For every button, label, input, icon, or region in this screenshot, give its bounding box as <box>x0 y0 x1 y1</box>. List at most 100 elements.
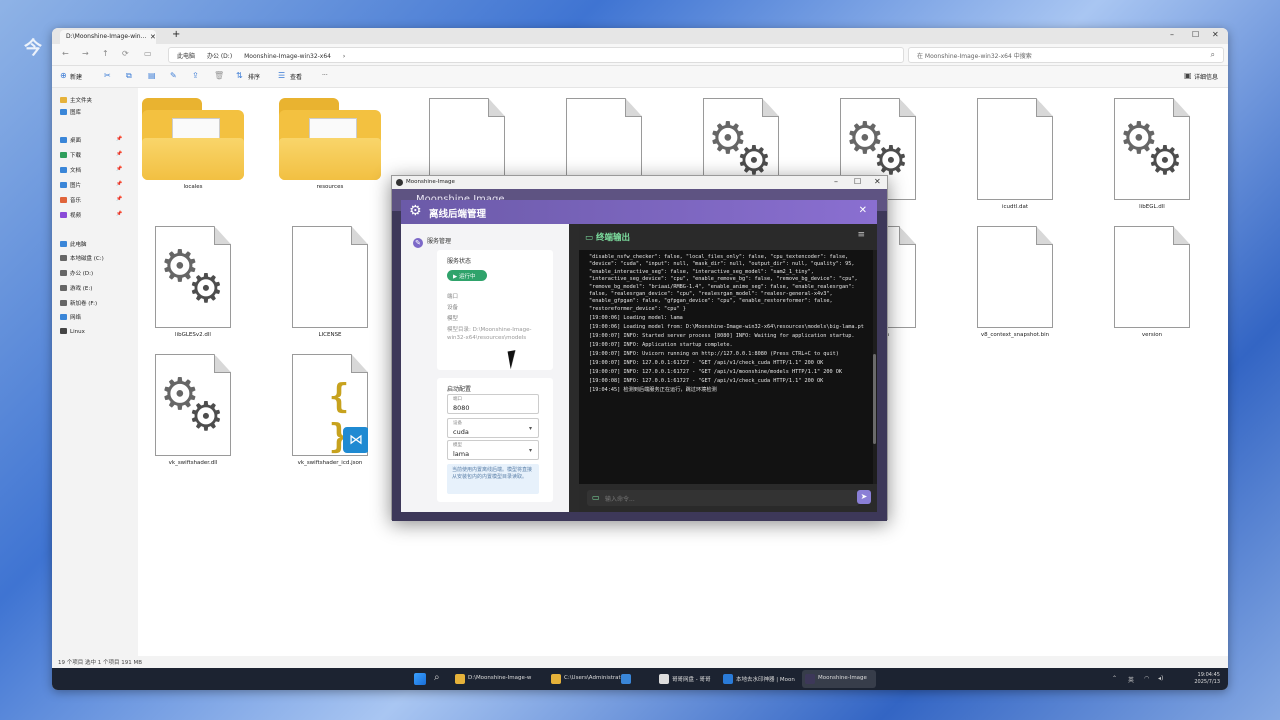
back-icon[interactable]: ← <box>62 49 69 58</box>
nav-item[interactable]: 主文件夹 <box>60 96 92 104</box>
nav-item-icon <box>60 328 67 334</box>
dialog-close-icon[interactable]: ✕ <box>859 205 867 216</box>
nav-item-icon <box>60 109 67 115</box>
menu-icon[interactable]: ≡ <box>857 230 865 240</box>
nav-item[interactable]: 下载 <box>60 151 81 159</box>
taskbar-item[interactable]: 哥哥网盘 - 哥哥 <box>656 670 716 688</box>
pin-icon[interactable]: 📌 <box>116 166 122 172</box>
breadcrumb-folder[interactable]: Moonshine-Image-win32-x64 <box>244 53 331 60</box>
json-file-icon: { } ⋈ <box>292 354 368 456</box>
taskbar-item[interactable] <box>618 670 638 688</box>
send-button[interactable]: ➤ <box>857 490 871 504</box>
share-icon[interactable]: ⇪ <box>192 71 199 80</box>
tab-close-icon[interactable]: ✕ <box>150 33 156 41</box>
service-status-title: 服务状态 <box>447 258 472 265</box>
terminal-output[interactable]: "disable_nsfw_checker": false, "local_fi… <box>579 250 873 484</box>
taskbar-item[interactable]: Moonshine-Image <box>802 670 876 688</box>
taskbar-item[interactable]: D:\Moonshine-Image-w <box>452 670 542 688</box>
tab-title: D:\Moonshine-Image-win... <box>66 33 147 40</box>
breadcrumb-pc[interactable]: 此电脑 <box>177 53 195 60</box>
rename-icon[interactable]: ✎ <box>170 71 177 80</box>
paste-icon[interactable]: ▤ <box>148 71 156 80</box>
app-minimize-icon[interactable]: – <box>834 177 838 186</box>
address-bar[interactable]: 此电脑 办公 (D:) Moonshine-Image-win32-x64 › <box>168 47 904 63</box>
file-item[interactable]: locales <box>138 98 248 190</box>
nav-item[interactable]: 视频 <box>60 211 81 219</box>
file-item[interactable]: version <box>1097 226 1207 338</box>
new-button[interactable]: 新建 <box>70 72 82 81</box>
nav-item[interactable]: 图片 <box>60 181 81 189</box>
file-item[interactable]: LICENSE <box>275 226 385 338</box>
start-icon[interactable] <box>414 673 426 685</box>
nav-item[interactable]: 音乐 <box>60 196 81 204</box>
language-indicator[interactable]: 英 <box>1128 675 1134 684</box>
device-select[interactable]: 设备 cuda ▾ <box>447 418 539 438</box>
pin-icon[interactable]: 📌 <box>116 136 122 142</box>
pin-icon[interactable]: 📌 <box>116 196 122 202</box>
nav-item[interactable]: 图库 <box>60 108 81 116</box>
nav-item[interactable]: 桌面 <box>60 136 81 144</box>
nav-item-label: 办公 (D:) <box>70 271 94 277</box>
file-name: vk_swiftshader_icd.json <box>297 460 363 466</box>
info-note: 当前使用内置离线后端。模型将直接从安装包内的内置模型目录读取。 <box>447 464 539 494</box>
copy-icon[interactable]: ⧉ <box>126 71 132 81</box>
cut-icon[interactable]: ✂ <box>104 71 111 80</box>
wifi-icon[interactable]: ◠ <box>1144 675 1149 682</box>
pin-icon[interactable]: 📌 <box>116 211 122 217</box>
command-input[interactable]: ▭ 输入命令... <box>587 490 859 506</box>
close-icon[interactable]: ✕ <box>1212 30 1219 39</box>
taskbar-item[interactable]: C:\Users\Administrator\ <box>548 670 628 688</box>
nav-item[interactable]: 新加卷 (F:) <box>60 299 97 307</box>
file-item[interactable]: resources <box>275 98 385 190</box>
breadcrumb-drive[interactable]: 办公 (D:) <box>207 53 232 60</box>
nav-item-icon <box>60 212 67 218</box>
nav-item[interactable]: 网络 <box>60 313 81 321</box>
tab-explorer[interactable]: D:\Moonshine-Image-win... ✕ <box>60 30 156 44</box>
chevron-up-icon[interactable]: ⌃ <box>1112 675 1117 682</box>
command-bar: ⊕ 新建 ✂ ⧉ ▤ ✎ ⇪ 🗑 ⇅ 排序 ☰ 查看 ··· ▣ 详细信息 <box>52 66 1228 88</box>
terminal-line: [19:00:08] INFO: 127.0.0.1:61727 - "GET … <box>589 377 824 384</box>
view-button[interactable]: 查看 <box>290 72 302 81</box>
forward-icon[interactable]: → <box>82 49 89 58</box>
maximize-icon[interactable]: ☐ <box>1192 30 1199 39</box>
details-button[interactable]: 详细信息 <box>1194 72 1218 81</box>
dialog-header: ⚙ 离线后端管理 ✕ <box>401 200 877 224</box>
refresh-icon[interactable]: ⟳ <box>122 49 129 58</box>
file-item[interactable]: { } ⋈ vk_swiftshader_icd.json <box>275 354 385 466</box>
nav-item-label: 下载 <box>70 153 82 159</box>
nav-item[interactable]: 本地磁盘 (C:) <box>60 254 104 262</box>
pin-icon[interactable]: 📌 <box>116 151 122 157</box>
port-field[interactable]: 端口 8080 <box>447 394 539 414</box>
minimize-icon[interactable]: – <box>1170 30 1174 39</box>
file-item[interactable]: ⚙ ⚙ libGLESv2.dll <box>138 226 248 338</box>
pin-icon[interactable]: 📌 <box>116 181 122 187</box>
delete-icon[interactable]: 🗑 <box>214 71 224 80</box>
up-icon[interactable]: ↑ <box>102 49 109 58</box>
app-titlebar: Moonshine-Image – ☐ ✕ <box>392 176 887 189</box>
nav-item[interactable]: 游戏 (E:) <box>60 284 92 292</box>
search-taskbar-icon[interactable]: ⌕ <box>434 672 440 683</box>
kv-device: 设备 <box>447 305 459 311</box>
volume-icon[interactable]: ◂) <box>1158 675 1163 682</box>
terminal-scrollbar[interactable] <box>873 354 876 444</box>
search-input[interactable]: 在 Moonshine-Image-win32-x64 中搜索 ⌕ <box>908 47 1224 63</box>
taskbar-item[interactable]: 本地去水印神器 | Moon <box>720 670 798 688</box>
file-icon <box>977 226 1053 328</box>
file-item[interactable]: ⚙ ⚙ vk_swiftshader.dll <box>138 354 248 466</box>
model-select[interactable]: 模型 lama ▾ <box>447 440 539 460</box>
app-maximize-icon[interactable]: ☐ <box>854 177 861 186</box>
breadcrumb-chevron-icon[interactable]: › <box>343 53 345 60</box>
nav-item-label: 新加卷 (F:) <box>70 301 98 307</box>
nav-item[interactable]: Linux <box>60 328 85 335</box>
nav-item[interactable]: 办公 (D:) <box>60 269 93 277</box>
clock[interactable]: 19:04:45 2025/7/13 <box>1194 672 1220 686</box>
sort-button[interactable]: 排序 <box>248 72 260 81</box>
nav-item[interactable]: 文档 <box>60 166 81 174</box>
file-item[interactable]: v8_context_snapshot.bin <box>960 226 1070 338</box>
file-item[interactable]: icudtl.dat <box>960 98 1070 210</box>
more-button[interactable]: ··· <box>322 72 328 79</box>
file-item[interactable]: ⚙ ⚙ libEGL.dll <box>1097 98 1207 210</box>
new-tab-icon[interactable]: + <box>172 29 180 40</box>
app-close-icon[interactable]: ✕ <box>874 177 881 186</box>
nav-item[interactable]: 此电脑 <box>60 240 87 248</box>
